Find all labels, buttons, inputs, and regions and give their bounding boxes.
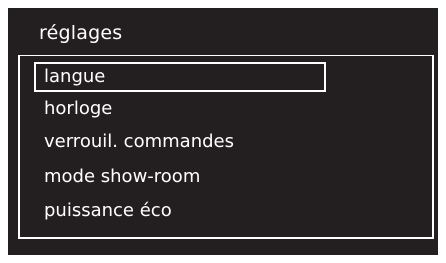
menu-item-verrouil-commandes[interactable]: verrouil. commandes — [34, 128, 326, 158]
menu-item-puissance-eco[interactable]: puissance éco — [34, 197, 326, 227]
menu-title: réglages — [39, 22, 123, 44]
menu-item-horloge[interactable]: horloge — [34, 95, 326, 125]
settings-screen: réglages langue horloge verrouil. comman… — [8, 8, 438, 255]
menu-item-langue[interactable]: langue — [34, 62, 326, 92]
menu-item-mode-show-room[interactable]: mode show-room — [34, 163, 326, 193]
settings-menu: langue horloge verrouil. commandes mode … — [18, 55, 434, 239]
